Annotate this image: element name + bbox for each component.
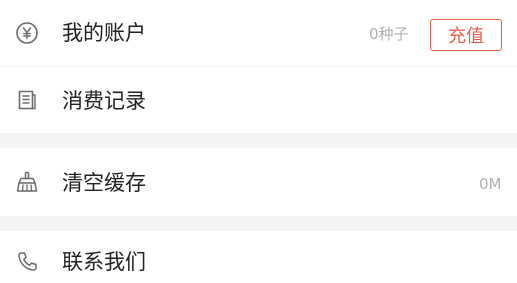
- section-separator: [0, 216, 517, 231]
- menu-item-history[interactable]: 消费记录: [0, 67, 517, 133]
- menu-item-clear-cache[interactable]: 清空缓存 0M: [0, 148, 517, 216]
- yen-coin-icon: [14, 20, 40, 46]
- account-balance: 0种子: [369, 25, 409, 43]
- menu-item-clear-cache-label: 清空缓存: [62, 171, 146, 195]
- menu-item-account[interactable]: 我的账户 0种子 充值: [0, 0, 517, 66]
- phone-icon: [14, 249, 40, 275]
- receipt-icon: [14, 87, 40, 113]
- menu-item-contact[interactable]: 联系我们: [0, 231, 517, 283]
- menu-item-history-label: 消费记录: [62, 89, 146, 113]
- menu-item-account-label: 我的账户: [62, 21, 146, 45]
- recharge-button[interactable]: 充值: [430, 19, 502, 51]
- broom-icon: [14, 169, 40, 195]
- section-separator: [0, 133, 517, 148]
- menu-item-contact-label: 联系我们: [62, 250, 146, 274]
- cache-size: 0M: [479, 175, 502, 193]
